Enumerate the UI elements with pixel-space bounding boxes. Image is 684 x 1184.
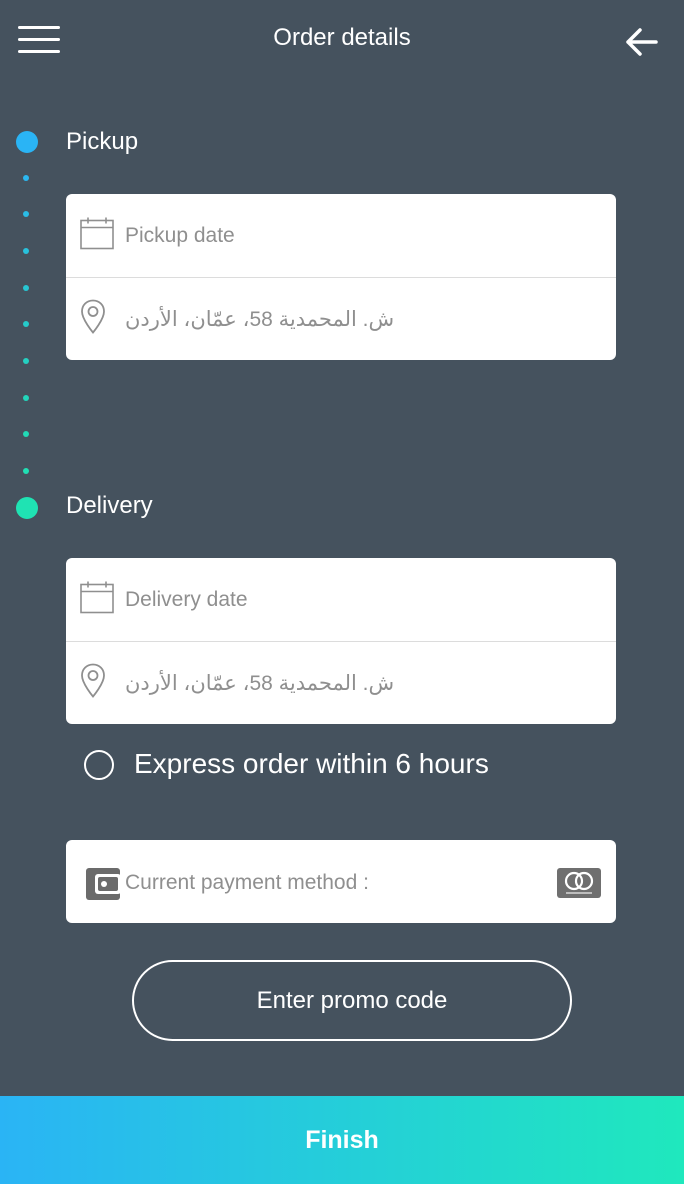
- pickup-date-field[interactable]: Pickup date: [66, 194, 616, 277]
- delivery-date-placeholder: Delivery date: [125, 587, 248, 611]
- top-bar: Order details: [0, 0, 684, 80]
- calendar-icon: [80, 216, 114, 255]
- express-order-label: Express order within 6 hours: [134, 748, 489, 779]
- finish-button[interactable]: Finish: [0, 1096, 684, 1184]
- delivery-address-field[interactable]: ش. المحمدية 58، عمّان، الأردن: [66, 641, 616, 724]
- pickup-label: Pickup: [66, 128, 139, 155]
- timeline-dot: [23, 358, 29, 364]
- location-pin-icon: [80, 663, 106, 704]
- timeline-dot: [23, 468, 29, 474]
- pickup-address: ش. المحمدية 58، عمّان، الأردن: [125, 307, 395, 331]
- mastercard-icon: [557, 868, 601, 903]
- payment-method-label: Current payment method :: [125, 871, 369, 894]
- pickup-step-dot: [16, 131, 38, 153]
- back-arrow-icon[interactable]: [620, 24, 660, 60]
- pickup-card: Pickup date ش. المحمدية 58، عمّان، الأرد…: [66, 194, 616, 360]
- express-order-radio[interactable]: [84, 750, 114, 780]
- timeline-dot: [23, 431, 29, 437]
- payment-method-card[interactable]: Current payment method :: [66, 840, 616, 923]
- delivery-address: ش. المحمدية 58، عمّان، الأردن: [125, 671, 395, 695]
- delivery-step-dot: [16, 497, 38, 519]
- pickup-date-placeholder: Pickup date: [125, 223, 235, 247]
- timeline-dot: [23, 285, 29, 291]
- timeline-dot: [23, 175, 29, 181]
- delivery-label: Delivery: [66, 492, 153, 519]
- timeline-dot: [23, 321, 29, 327]
- wallet-icon: [85, 867, 121, 906]
- calendar-icon: [80, 580, 114, 619]
- express-order-option[interactable]: Express order within 6 hours: [84, 748, 524, 784]
- pickup-address-field[interactable]: ش. المحمدية 58، عمّان، الأردن: [66, 277, 616, 360]
- timeline-dot: [23, 211, 29, 217]
- location-pin-icon: [80, 299, 106, 340]
- promo-code-button[interactable]: Enter promo code: [132, 960, 572, 1041]
- timeline-dot: [23, 248, 29, 254]
- delivery-card: Delivery date ش. المحمدية 58، عمّان، الأ…: [66, 558, 616, 724]
- delivery-date-field[interactable]: Delivery date: [66, 558, 616, 641]
- timeline-dot: [23, 395, 29, 401]
- page-title: Order details: [273, 24, 411, 51]
